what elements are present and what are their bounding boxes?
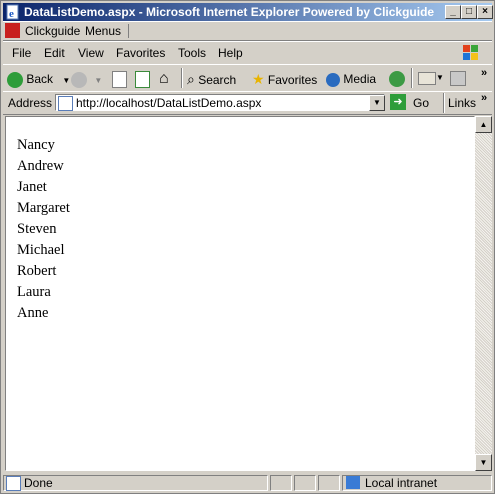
go-arrow-icon: ➜ (390, 94, 406, 110)
divider (411, 68, 413, 88)
stop-icon[interactable] (112, 71, 127, 88)
media-button[interactable]: Media (326, 69, 376, 89)
back-button[interactable]: Back ▼ (7, 69, 70, 89)
clickguide-button[interactable]: Clickguide (25, 24, 80, 38)
svg-text:e: e (9, 8, 14, 20)
list-item: Anne (17, 305, 49, 321)
forward-button[interactable]: ▼ (71, 69, 102, 89)
address-label: Address (8, 96, 53, 110)
address-url[interactable]: http://localhost/DataListDemo.aspx (76, 96, 261, 110)
data-list: Nancy Andrew Janet Margaret Steven Michael Rob… (17, 135, 70, 324)
menu-edit[interactable]: Edit (44, 46, 65, 60)
refresh-icon[interactable] (135, 71, 150, 88)
status-text: Done (24, 476, 53, 490)
status-panel (270, 475, 292, 491)
toolbar-overflow-chevron-icon[interactable]: » (481, 67, 487, 79)
window-title: DataListDemo.aspx - Microsoft Internet E… (24, 5, 435, 19)
search-icon: ⌕ (187, 71, 195, 87)
media-globe-icon (326, 72, 340, 87)
clickguide-bar: Clickguide Menus (3, 21, 492, 41)
chevron-down-icon[interactable]: ▼ (62, 76, 70, 85)
page-content: Nancy Andrew Janet Margaret Steven Michael Rob… (5, 116, 475, 471)
home-icon[interactable]: ⌂ (159, 70, 169, 88)
status-panel (318, 475, 340, 491)
address-dropdown-chevron-icon[interactable]: ▼ (369, 95, 385, 111)
windows-logo-icon (463, 45, 478, 60)
browser-window: e DataListDemo.aspx - Microsoft Internet… (0, 0, 495, 494)
close-button[interactable]: × (477, 5, 493, 19)
list-item: Margaret (17, 200, 70, 216)
standard-toolbar: Back ▼ ▼ ⌂ ⌕ Search ★ Favorites Media ▼ … (3, 64, 492, 92)
menu-favorites[interactable]: Favorites (116, 46, 165, 60)
address-input[interactable]: http://localhost/DataListDemo.aspx ▼ (55, 94, 385, 111)
scroll-up-icon[interactable]: ▲ (475, 116, 492, 133)
menus-button[interactable]: Menus (85, 24, 121, 38)
status-panel: Done (3, 475, 268, 491)
links-button[interactable]: Links (448, 96, 476, 110)
list-item: Robert (17, 263, 57, 279)
scroll-down-icon[interactable]: ▼ (475, 454, 492, 471)
list-item: Steven (17, 221, 57, 237)
back-arrow-icon (7, 71, 23, 88)
list-item: Michael (17, 242, 65, 258)
favorites-button[interactable]: ★ Favorites (252, 69, 317, 89)
vertical-scrollbar[interactable]: ▲ ▼ (475, 116, 492, 471)
clickguide-logo-icon (5, 23, 20, 38)
minimize-button[interactable]: _ (445, 5, 461, 19)
maximize-button[interactable]: □ (461, 5, 477, 19)
address-bar: Address http://localhost/DataListDemo.as… (3, 91, 492, 115)
forward-arrow-icon (71, 71, 87, 88)
ie-page-icon: e (6, 4, 19, 20)
history-icon[interactable] (389, 71, 405, 87)
zone-text: Local intranet (365, 476, 438, 490)
status-bar: Done Local intranet (3, 474, 492, 492)
title-bar[interactable]: e DataListDemo.aspx - Microsoft Internet… (3, 3, 493, 21)
zone-panel: Local intranet (342, 475, 492, 491)
list-item: Janet (17, 179, 47, 195)
status-panel (294, 475, 316, 491)
chevron-down-icon[interactable]: ▼ (94, 76, 102, 85)
page-icon (6, 476, 21, 491)
print-icon[interactable] (450, 71, 466, 86)
divider (443, 93, 445, 113)
divider (181, 68, 183, 88)
mail-icon[interactable] (418, 72, 436, 85)
star-icon: ★ (252, 71, 265, 87)
list-item: Andrew (17, 158, 64, 174)
intranet-zone-icon (346, 476, 360, 489)
list-item: Laura (17, 284, 51, 300)
links-overflow-chevron-icon[interactable]: » (481, 92, 487, 104)
menu-bar: File Edit View Favorites Tools Help (3, 41, 492, 65)
search-button[interactable]: ⌕ Search (187, 69, 236, 89)
page-icon (58, 96, 73, 111)
menu-help[interactable]: Help (218, 46, 243, 60)
chevron-down-icon[interactable]: ▼ (436, 73, 444, 82)
menu-view[interactable]: View (78, 46, 104, 60)
menu-file[interactable]: File (12, 46, 31, 60)
list-item: Nancy (17, 137, 55, 153)
divider (128, 24, 129, 38)
menu-tools[interactable]: Tools (178, 46, 206, 60)
